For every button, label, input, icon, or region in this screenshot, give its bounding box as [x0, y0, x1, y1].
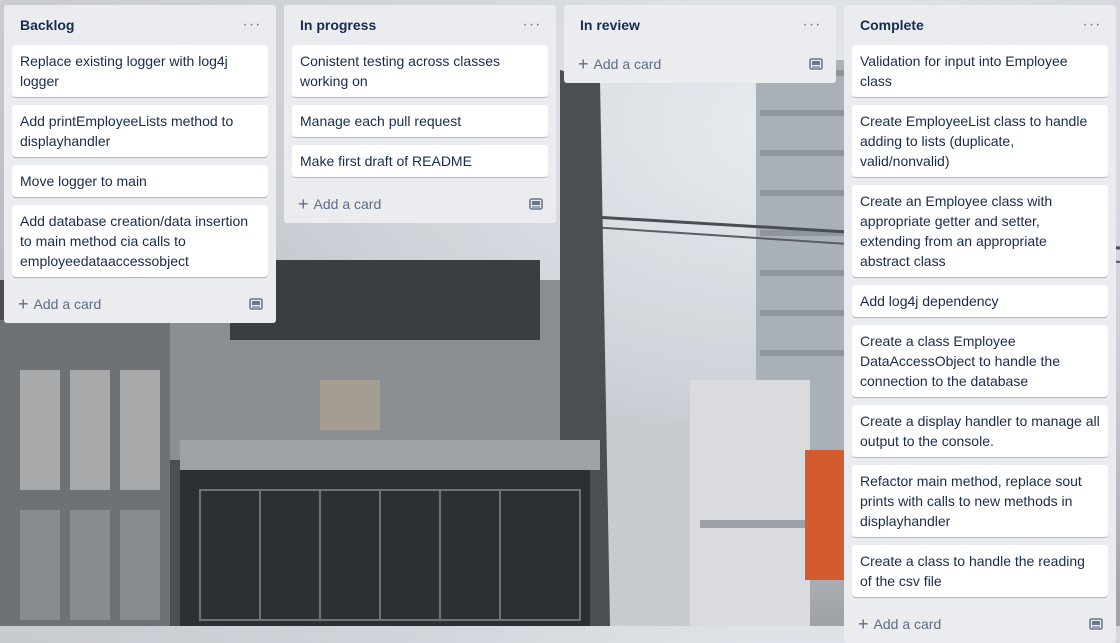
card[interactable]: Move logger to main: [12, 165, 268, 197]
card-template-icon[interactable]: [248, 296, 264, 312]
list-footer: + Add a card: [292, 185, 548, 223]
plus-icon: +: [858, 614, 869, 634]
list-header: Complete ···: [852, 5, 1108, 45]
card[interactable]: Validation for input into Employee class: [852, 45, 1108, 97]
card[interactable]: Add log4j dependency: [852, 285, 1108, 317]
list-in-review: In review ··· + Add a card: [564, 5, 836, 83]
plus-icon: +: [578, 54, 589, 74]
list-title[interactable]: In review: [580, 17, 640, 33]
card[interactable]: Add printEmployeeLists method to display…: [12, 105, 268, 157]
list-complete: Complete ··· Validation for input into E…: [844, 5, 1116, 643]
card[interactable]: Create a class to handle the reading of …: [852, 545, 1108, 597]
plus-icon: +: [18, 294, 29, 314]
card-template-icon[interactable]: [528, 196, 544, 212]
card-template-icon[interactable]: [808, 56, 824, 72]
card[interactable]: Make first draft of README: [292, 145, 548, 177]
list-title[interactable]: Complete: [860, 17, 924, 33]
list-in-progress: In progress ··· Conistent testing across…: [284, 5, 556, 223]
add-card-button[interactable]: + Add a card: [578, 55, 661, 73]
list-title[interactable]: Backlog: [20, 17, 74, 33]
list-footer: + Add a card: [572, 45, 828, 83]
list-footer: + Add a card: [852, 605, 1108, 643]
list-footer: + Add a card: [12, 285, 268, 323]
add-card-button[interactable]: + Add a card: [298, 195, 381, 213]
add-card-button[interactable]: + Add a card: [858, 615, 941, 633]
board: Backlog ··· Replace existing logger with…: [0, 0, 1120, 643]
card[interactable]: Create an Employee class with appropriat…: [852, 185, 1108, 277]
list-header: Backlog ···: [12, 5, 268, 45]
ellipsis-icon[interactable]: ···: [240, 13, 264, 37]
card[interactable]: Refactor main method, replace sout print…: [852, 465, 1108, 537]
card[interactable]: Conistent testing across classes working…: [292, 45, 548, 97]
ellipsis-icon[interactable]: ···: [800, 13, 824, 37]
card[interactable]: Create EmployeeList class to handle addi…: [852, 105, 1108, 177]
add-card-label: Add a card: [593, 56, 662, 72]
list-backlog: Backlog ··· Replace existing logger with…: [4, 5, 276, 323]
add-card-label: Add a card: [313, 196, 382, 212]
add-card-label: Add a card: [873, 616, 942, 632]
list-header: In progress ···: [292, 5, 548, 45]
card[interactable]: Create a class Employee DataAccessObject…: [852, 325, 1108, 397]
ellipsis-icon[interactable]: ···: [520, 13, 544, 37]
ellipsis-icon[interactable]: ···: [1080, 13, 1104, 37]
card[interactable]: Create a display handler to manage all o…: [852, 405, 1108, 457]
card[interactable]: Manage each pull request: [292, 105, 548, 137]
card-template-icon[interactable]: [1088, 616, 1104, 632]
plus-icon: +: [298, 194, 309, 214]
list-title[interactable]: In progress: [300, 17, 376, 33]
list-header: In review ···: [572, 5, 828, 45]
card[interactable]: Replace existing logger with log4j logge…: [12, 45, 268, 97]
add-card-button[interactable]: + Add a card: [18, 295, 101, 313]
card[interactable]: Add database creation/data insertion to …: [12, 205, 268, 277]
add-card-label: Add a card: [33, 296, 102, 312]
